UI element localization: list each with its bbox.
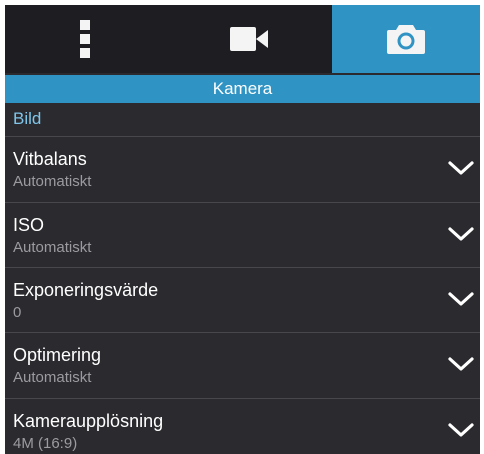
setting-camera-resolution[interactable]: Kameraupplösning 4M (16:9) xyxy=(5,398,480,454)
setting-white-balance[interactable]: Vitbalans Automatiskt xyxy=(5,136,480,202)
setting-label: Vitbalans xyxy=(13,149,87,169)
chevron-down-icon[interactable] xyxy=(448,356,474,377)
setting-exposure-value[interactable]: Exponeringsvärde 0 xyxy=(5,267,480,333)
setting-optimization[interactable]: Optimering Automatiskt xyxy=(5,332,480,398)
setting-label: Optimering xyxy=(13,345,102,365)
chevron-down-icon[interactable] xyxy=(448,226,474,247)
setting-label: ISO xyxy=(13,215,45,235)
setting-value: 4M (16:9) xyxy=(13,435,78,452)
setting-label: Exponeringsvärde xyxy=(13,280,159,300)
chevron-down-icon[interactable] xyxy=(448,291,474,312)
tab-more-options[interactable] xyxy=(5,5,165,73)
setting-label: Kameraupplösning xyxy=(13,411,164,431)
mode-tab-bar xyxy=(5,5,480,73)
section-header-bild: Bild xyxy=(13,109,42,128)
setting-value: Automatiskt xyxy=(13,369,92,386)
camera-settings-panel: Kamera Bild Vitbalans Automatiskt ISO Au… xyxy=(5,5,480,454)
setting-value: 0 xyxy=(13,304,22,321)
setting-iso[interactable]: ISO Automatiskt xyxy=(5,202,480,268)
tab-video[interactable] xyxy=(165,5,332,73)
more-vert-icon xyxy=(80,20,90,58)
chevron-down-icon[interactable] xyxy=(448,422,474,443)
videocam-icon xyxy=(229,27,268,51)
page-title: Kamera xyxy=(5,75,480,103)
camera-icon xyxy=(387,24,425,54)
chevron-down-icon[interactable] xyxy=(448,160,474,181)
setting-value: Automatiskt xyxy=(13,173,92,190)
tab-camera[interactable] xyxy=(332,5,480,73)
setting-value: Automatiskt xyxy=(13,239,92,256)
